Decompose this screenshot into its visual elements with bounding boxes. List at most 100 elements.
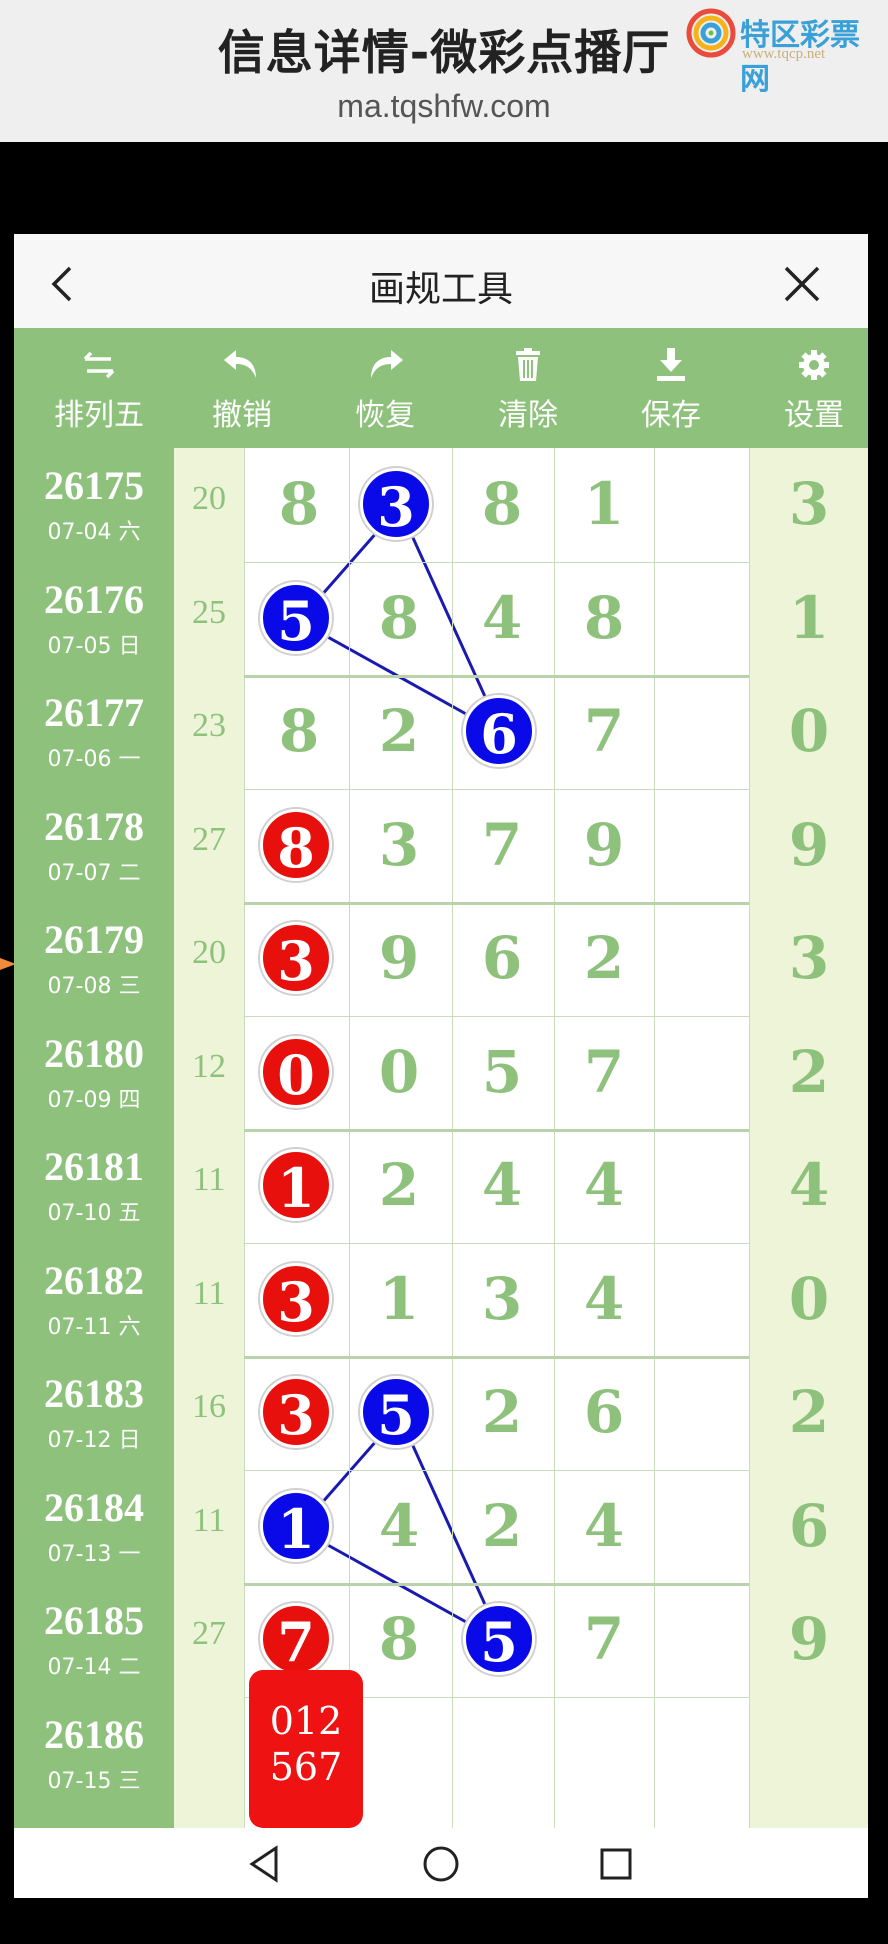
digit-cell[interactable]: 8 bbox=[452, 466, 552, 542]
red-ball-digit[interactable]: 3 bbox=[260, 922, 332, 994]
issue-date: 07-06 一 bbox=[47, 747, 141, 772]
issue-date: 07-04 六 bbox=[47, 520, 141, 545]
digit-cell[interactable]: 8 bbox=[349, 1601, 449, 1677]
digit-cell[interactable]: 9 bbox=[349, 920, 449, 996]
digit-cell[interactable]: 2 bbox=[759, 1034, 859, 1110]
digit-cell[interactable]: 2 bbox=[554, 920, 654, 996]
digit-cell[interactable]: 0 bbox=[759, 1261, 859, 1337]
red-ball-digit[interactable]: 8 bbox=[260, 809, 332, 881]
swap-icon bbox=[83, 351, 115, 379]
prediction-line-2: 567 bbox=[269, 1745, 343, 1789]
table-row: 26185 07-14 二 27 7 8 5 7 9 bbox=[14, 1583, 868, 1696]
gear-icon bbox=[799, 350, 829, 380]
blue-ball-digit[interactable]: 3 bbox=[360, 468, 432, 540]
digit-cell[interactable]: 1 bbox=[554, 466, 654, 542]
red-ball-digit[interactable]: 3 bbox=[260, 1263, 332, 1335]
digit-sum: 23 bbox=[192, 707, 226, 744]
table-row: 26181 07-10 五 11 1 2 4 4 4 bbox=[14, 1129, 868, 1242]
blue-ball-digit[interactable]: 5 bbox=[260, 582, 332, 654]
redo-button[interactable]: 恢复 bbox=[314, 328, 456, 448]
issue-date: 07-12 日 bbox=[47, 1428, 141, 1453]
table-row: 26179 07-08 三 20 3 9 6 2 3 bbox=[14, 902, 868, 1015]
table-row: 26186 07-15 三 bbox=[14, 1697, 868, 1810]
toolbar: 排列五 撤销 恢复 清除 保存 设置 bbox=[14, 328, 868, 448]
table-row: 26177 07-06 一 23 8 2 6 7 0 bbox=[14, 675, 868, 788]
nav-home-icon[interactable] bbox=[419, 1842, 463, 1886]
digit-cell[interactable]: 2 bbox=[349, 1147, 449, 1223]
table-row: 26183 07-12 日 16 3 5 2 6 2 bbox=[14, 1356, 868, 1469]
tool-label: 排列五 bbox=[54, 398, 144, 433]
nav-back-icon[interactable] bbox=[244, 1842, 288, 1886]
red-ball-digit[interactable]: 1 bbox=[260, 1149, 332, 1221]
issue-date: 07-10 五 bbox=[47, 1201, 141, 1226]
digit-cell[interactable]: 3 bbox=[452, 1261, 552, 1337]
digit-cell[interactable]: 3 bbox=[759, 466, 859, 542]
digit-cell[interactable]: 4 bbox=[759, 1147, 859, 1223]
digit-cell[interactable]: 8 bbox=[349, 580, 449, 656]
clear-button[interactable]: 清除 bbox=[457, 328, 599, 448]
issue-number: 26184 bbox=[44, 1485, 144, 1530]
digit-sum: 11 bbox=[192, 1275, 226, 1312]
digit-cell[interactable]: 6 bbox=[554, 1374, 654, 1450]
blue-ball-digit[interactable]: 1 bbox=[260, 1490, 332, 1562]
blue-ball-digit[interactable]: 5 bbox=[360, 1376, 432, 1448]
digit-cell[interactable]: 7 bbox=[452, 807, 552, 883]
tool-label: 撤销 bbox=[212, 398, 272, 433]
digit-cell[interactable]: 3 bbox=[349, 807, 449, 883]
download-icon bbox=[657, 348, 685, 381]
digit-cell[interactable]: 7 bbox=[554, 1601, 654, 1677]
digit-cell[interactable]: 0 bbox=[349, 1034, 449, 1110]
issue-number: 26181 bbox=[44, 1144, 144, 1189]
tool-label: 设置 bbox=[784, 398, 844, 433]
digit-cell[interactable]: 9 bbox=[759, 1601, 859, 1677]
digit-cell[interactable]: 9 bbox=[759, 807, 859, 883]
brand-url: www.tqcp.net bbox=[742, 46, 826, 62]
blue-ball-digit[interactable]: 6 bbox=[463, 695, 535, 767]
digit-cell[interactable]: 4 bbox=[349, 1488, 449, 1564]
digit-cell[interactable]: 4 bbox=[554, 1147, 654, 1223]
digit-cell[interactable]: 2 bbox=[759, 1374, 859, 1450]
digit-cell[interactable]: 4 bbox=[452, 580, 552, 656]
lottery-type-button[interactable]: 排列五 bbox=[28, 328, 170, 448]
close-icon[interactable] bbox=[782, 264, 822, 304]
site-header: 信息详情-微彩点播厅 ma.tqshfw.com 特区彩票网 www.tqcp.… bbox=[0, 0, 888, 142]
digit-cell[interactable]: 2 bbox=[452, 1374, 552, 1450]
nav-recents-icon[interactable] bbox=[594, 1842, 638, 1886]
red-ball-digit[interactable]: 0 bbox=[260, 1036, 332, 1108]
digit-sum: 11 bbox=[192, 1161, 226, 1198]
digit-cell[interactable]: 6 bbox=[759, 1488, 859, 1564]
table-row: 26176 07-05 日 25 5 8 4 8 1 bbox=[14, 562, 868, 675]
red-ball-digit[interactable]: 3 bbox=[260, 1376, 332, 1448]
table-row: 26175 07-04 六 20 8 3 8 1 3 bbox=[14, 448, 868, 561]
issue-date: 07-14 二 bbox=[47, 1655, 141, 1680]
digit-cell[interactable]: 8 bbox=[554, 580, 654, 656]
digit-cell[interactable]: 3 bbox=[759, 920, 859, 996]
issue-date: 07-08 三 bbox=[47, 974, 141, 999]
digit-cell[interactable]: 5 bbox=[452, 1034, 552, 1110]
digit-cell[interactable]: 7 bbox=[554, 693, 654, 769]
digit-cell[interactable]: 4 bbox=[554, 1261, 654, 1337]
digit-cell[interactable]: 0 bbox=[759, 693, 859, 769]
issue-number: 26180 bbox=[44, 1031, 144, 1076]
digit-cell[interactable]: 8 bbox=[249, 693, 349, 769]
digit-cell[interactable]: 9 bbox=[554, 807, 654, 883]
digit-cell[interactable]: 4 bbox=[554, 1488, 654, 1564]
digit-cell[interactable]: 4 bbox=[452, 1147, 552, 1223]
issue-number: 26182 bbox=[44, 1258, 144, 1303]
digit-cell[interactable]: 1 bbox=[349, 1261, 449, 1337]
digit-cell[interactable]: 1 bbox=[759, 580, 859, 656]
blue-ball-digit[interactable]: 5 bbox=[463, 1603, 535, 1675]
prediction-line-1: 012 bbox=[269, 1699, 343, 1743]
prediction-tag[interactable]: 012 567 bbox=[249, 1670, 363, 1828]
settings-button[interactable]: 设置 bbox=[743, 328, 868, 448]
red-ball-digit[interactable]: 7 bbox=[260, 1603, 332, 1675]
save-button[interactable]: 保存 bbox=[600, 328, 742, 448]
digit-cell[interactable]: 7 bbox=[554, 1034, 654, 1110]
digit-cell[interactable]: 8 bbox=[249, 466, 349, 542]
digit-sum: 20 bbox=[192, 480, 226, 517]
digit-cell[interactable]: 6 bbox=[452, 920, 552, 996]
issue-date: 07-13 一 bbox=[47, 1542, 141, 1567]
digit-cell[interactable]: 2 bbox=[349, 693, 449, 769]
undo-button[interactable]: 撤销 bbox=[171, 328, 313, 448]
digit-cell[interactable]: 2 bbox=[452, 1488, 552, 1564]
